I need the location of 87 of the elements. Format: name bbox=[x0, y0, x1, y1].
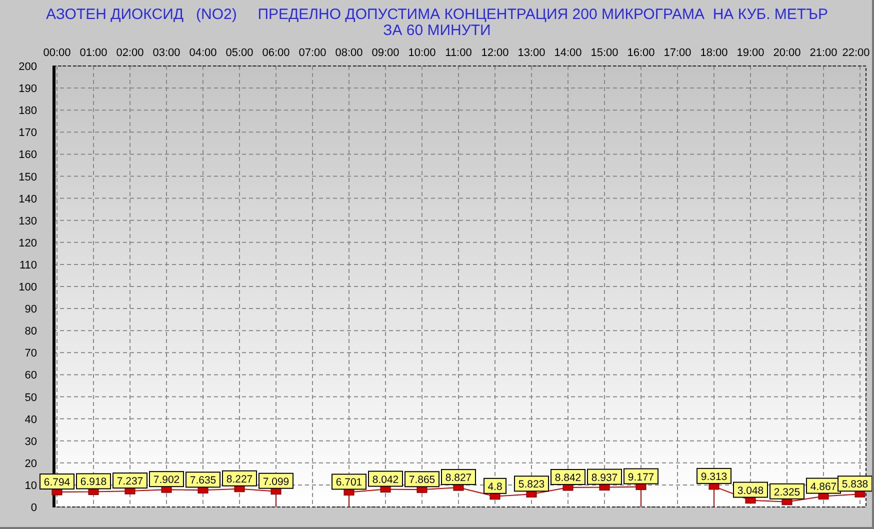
y-axis-label: 70 bbox=[24, 348, 37, 360]
data-label: 8.227 bbox=[222, 470, 257, 486]
y-axis-label: 140 bbox=[18, 193, 37, 206]
data-label: 5.838 bbox=[842, 478, 868, 491]
x-axis-label: 10:00 bbox=[408, 47, 436, 59]
data-label: 4.867 bbox=[806, 478, 841, 494]
y-axis-label: 10 bbox=[24, 480, 37, 492]
x-axis-label: 07:00 bbox=[298, 47, 326, 59]
data-label: 3.048 bbox=[733, 482, 768, 498]
data-label: 9.177 bbox=[628, 471, 654, 484]
data-label: 6.794 bbox=[44, 476, 70, 489]
y-axis-label: 90 bbox=[24, 304, 37, 316]
data-label: 8.042 bbox=[372, 474, 399, 486]
y-axis-label: 20 bbox=[24, 458, 37, 470]
data-label: 7.099 bbox=[258, 472, 294, 489]
y-axis-label: 120 bbox=[18, 237, 37, 250]
y-axis-label: 130 bbox=[18, 215, 37, 228]
y-axis-label: 150 bbox=[18, 171, 37, 184]
x-axis-label: 22:00 bbox=[842, 47, 870, 59]
data-label: 5.823 bbox=[514, 476, 549, 492]
data-label: 4.867 bbox=[810, 480, 837, 493]
data-label: 8.937 bbox=[587, 468, 622, 485]
y-axis-label: 0 bbox=[30, 502, 37, 514]
data-label: 6.701 bbox=[332, 474, 366, 490]
x-axis-label: 12:00 bbox=[481, 47, 509, 59]
x-axis-label: 04:00 bbox=[189, 47, 217, 59]
x-axis-label: 01:00 bbox=[80, 47, 108, 59]
data-label: 7.635 bbox=[190, 474, 216, 487]
data-label: 9.177 bbox=[624, 468, 658, 484]
data-label: 7.237 bbox=[112, 472, 148, 489]
x-axis-label: 00:00 bbox=[43, 47, 71, 59]
y-axis-label: 30 bbox=[24, 436, 37, 448]
data-label: 7.902 bbox=[153, 474, 180, 486]
y-axis-label: 80 bbox=[24, 326, 37, 338]
x-axis-label: 08:00 bbox=[335, 47, 363, 59]
data-label: 5.823 bbox=[518, 478, 545, 491]
x-axis-label: 20:00 bbox=[773, 47, 801, 59]
x-axis-label: 18:00 bbox=[700, 47, 728, 59]
y-axis-label: 170 bbox=[18, 127, 37, 140]
y-axis-label: 50 bbox=[24, 392, 37, 404]
x-axis-label: 03:00 bbox=[152, 47, 180, 59]
x-axis-label: 16:00 bbox=[627, 47, 655, 59]
data-label: 7.902 bbox=[149, 471, 184, 488]
x-axis-label: 11:00 bbox=[445, 47, 472, 59]
data-label: 4.8 bbox=[488, 480, 502, 493]
y-axis-label: 190 bbox=[18, 83, 37, 96]
x-axis-label: 05:00 bbox=[226, 47, 254, 59]
y-axis-label: 100 bbox=[18, 282, 37, 294]
data-label: 8.827 bbox=[441, 469, 476, 486]
data-label: 4.8 bbox=[484, 478, 506, 494]
y-axis-label: 110 bbox=[19, 259, 37, 272]
x-axis-label: 19:00 bbox=[736, 47, 764, 59]
data-label: 7.099 bbox=[262, 476, 290, 488]
y-axis-label: 40 bbox=[24, 414, 37, 426]
x-axis-label: 21:00 bbox=[810, 47, 838, 59]
data-label: 6.918 bbox=[76, 473, 111, 490]
y-axis-label: 180 bbox=[18, 105, 37, 118]
x-axis-label: 14:00 bbox=[554, 47, 582, 59]
x-axis-label: 17:00 bbox=[664, 47, 692, 59]
data-label: 5.838 bbox=[838, 476, 872, 492]
data-label: 6.794 bbox=[40, 474, 74, 490]
chart-title: АЗОТЕН ДИОКСИД (NO2) ПРЕДЕЛНО ДОПУСТИМА КОНЦЕНТРАЦИЯ 200 МИКРОГРАМА НА КУБ. МЕТЪР ЗА 60 МИНУТИ bbox=[45, 5, 829, 40]
data-label: 2.325 bbox=[770, 483, 804, 500]
y-axis-label: 60 bbox=[24, 370, 37, 382]
data-label: 7.635 bbox=[186, 472, 220, 488]
x-axis-label: 06:00 bbox=[262, 47, 290, 59]
data-label: 2.325 bbox=[774, 486, 800, 498]
data-label: 9.313 bbox=[696, 468, 732, 484]
data-label: 7.865 bbox=[404, 471, 440, 488]
data-label: 3.048 bbox=[737, 484, 764, 497]
x-axis-label: 15:00 bbox=[590, 47, 618, 59]
x-axis-label: 09:00 bbox=[372, 47, 400, 59]
y-axis-label: 160 bbox=[18, 149, 37, 162]
data-label: 7.865 bbox=[408, 474, 436, 486]
data-label: 6.918 bbox=[80, 476, 107, 488]
y-axis-label: 200 bbox=[18, 61, 37, 73]
x-axis-label: 02:00 bbox=[116, 47, 144, 59]
data-label: 8.937 bbox=[591, 472, 618, 484]
x-axis-label: 13:00 bbox=[518, 47, 546, 59]
data-label: 9.313 bbox=[700, 470, 728, 483]
data-label: 7.237 bbox=[116, 476, 144, 488]
data-label: 8.842 bbox=[554, 472, 582, 484]
data-label: 6.701 bbox=[336, 476, 362, 489]
data-label: 8.827 bbox=[445, 472, 472, 484]
data-label: 8.227 bbox=[226, 473, 253, 486]
data-label: 8.842 bbox=[550, 469, 586, 485]
data-label: 8.042 bbox=[368, 470, 403, 487]
